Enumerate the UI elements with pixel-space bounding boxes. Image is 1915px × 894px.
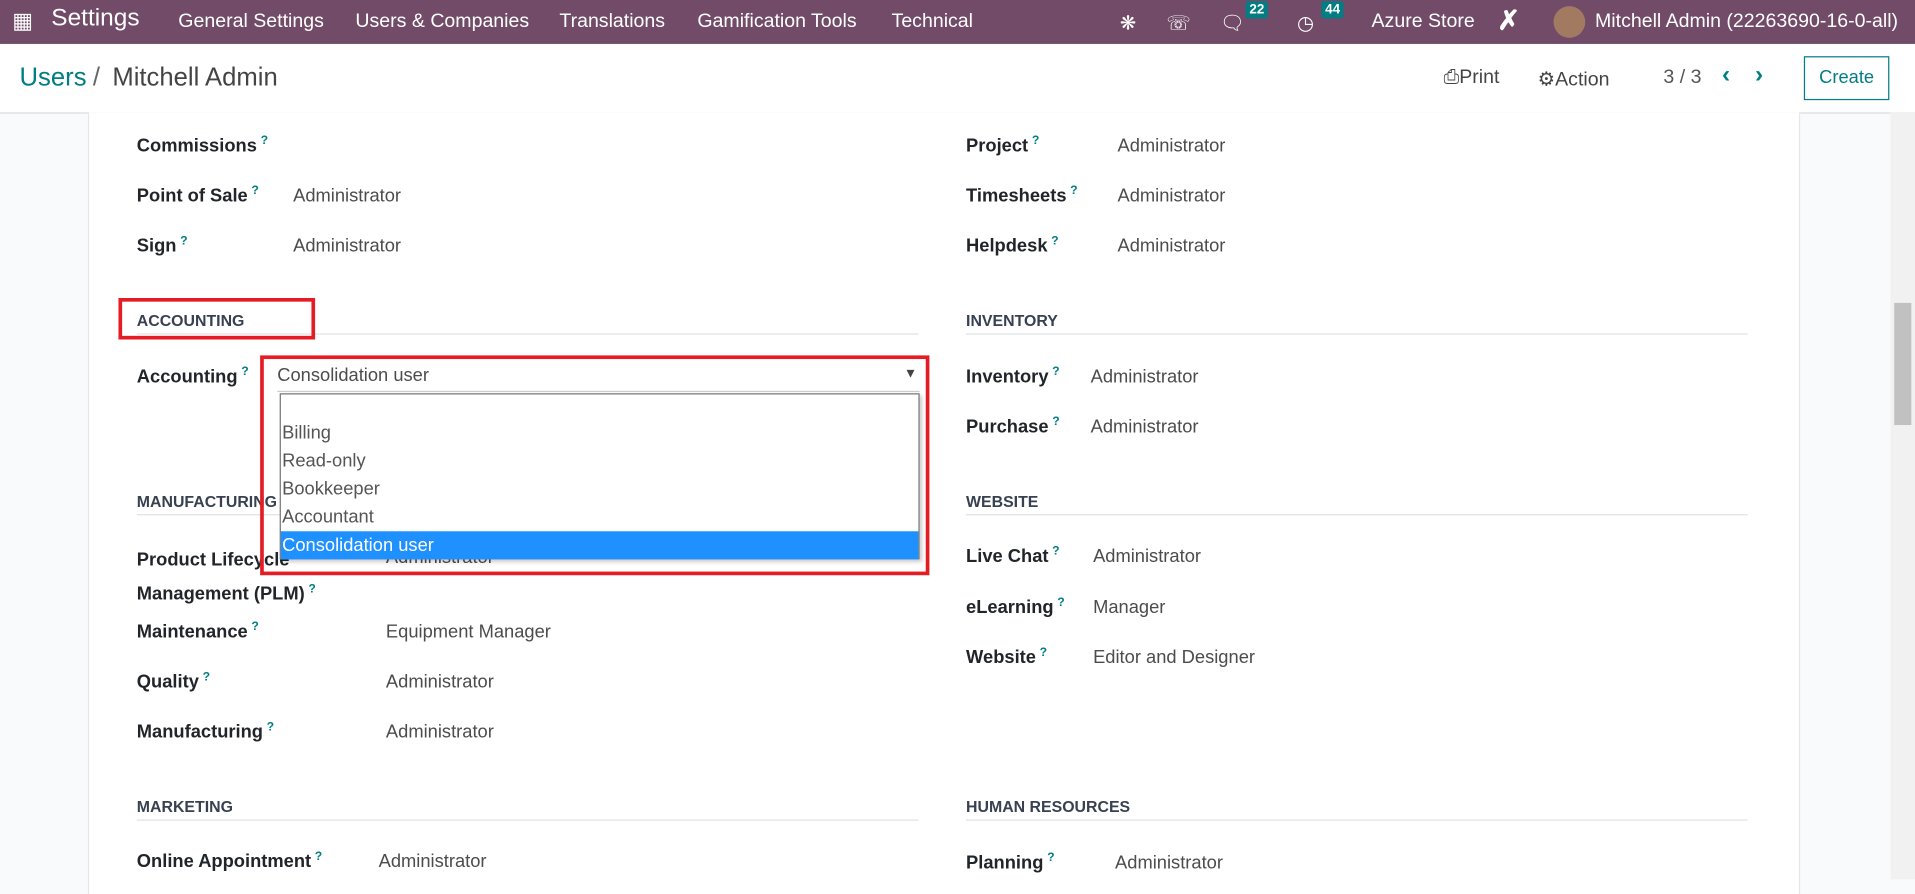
value-inventory[interactable]: Administrator — [1091, 366, 1199, 387]
menu-general-settings[interactable]: General Settings — [178, 11, 324, 33]
scrollbar[interactable] — [1890, 112, 1915, 880]
value-timesheets[interactable]: Administrator — [1117, 186, 1225, 207]
app-name[interactable]: Settings — [51, 5, 139, 33]
pager-previous-icon[interactable]: ‹ — [1722, 61, 1730, 89]
section-manufacturing: MANUFACTURING — [136, 492, 278, 511]
print-icon: ⎙ — [1443, 67, 1460, 88]
apps-menu-icon[interactable]: ▦ — [12, 9, 33, 35]
avatar[interactable] — [1553, 6, 1586, 38]
menu-translations[interactable]: Translations — [559, 11, 665, 33]
section-website: WEBSITE — [966, 492, 1039, 511]
label-accounting: Accounting? — [136, 365, 249, 388]
pager-next-icon[interactable]: › — [1755, 61, 1763, 89]
value-online-appointment[interactable]: Administrator — [379, 851, 487, 872]
label-quality: Quality? — [136, 670, 211, 693]
label-planning: Planning? — [966, 851, 1055, 874]
label-helpdesk: Helpdesk? — [966, 234, 1059, 257]
section-inventory: INVENTORY — [966, 311, 1058, 330]
label-commissions: Commissions? — [136, 134, 269, 157]
messages-icon[interactable]: 🗨 — [1220, 11, 1245, 35]
messages-count: 22 — [1245, 1, 1269, 19]
value-quality[interactable]: Administrator — [386, 672, 494, 693]
value-elearning[interactable]: Manager — [1093, 597, 1165, 618]
menu-users-companies[interactable]: Users & Companies — [355, 11, 529, 33]
breadcrumb-current: Mitchell Admin — [112, 63, 278, 92]
label-point-of-sale: Point of Sale? — [136, 184, 259, 207]
value-live-chat[interactable]: Administrator — [1093, 546, 1201, 567]
phone-icon[interactable]: ☏ — [1166, 11, 1190, 35]
highlight-accounting-header — [118, 297, 316, 340]
label-sign: Sign? — [136, 234, 188, 257]
activities-count: 44 — [1321, 1, 1344, 19]
highlight-accounting-dropdown — [260, 355, 930, 576]
section-marketing: MARKETING — [136, 797, 233, 816]
control-panel: Users / Mitchell Admin ⎙Print ⚙Action 3 … — [0, 43, 1915, 114]
bug-icon[interactable]: ❋ — [1120, 11, 1136, 35]
menu-gamification-tools[interactable]: Gamification Tools — [697, 11, 856, 33]
breadcrumb-separator: / — [92, 63, 100, 92]
tools-icon[interactable]: ✗ — [1497, 5, 1520, 37]
value-helpdesk[interactable]: Administrator — [1117, 236, 1225, 257]
value-maintenance[interactable]: Equipment Manager — [386, 622, 551, 643]
label-website: Website? — [966, 646, 1048, 669]
label-inventory: Inventory? — [966, 365, 1060, 388]
value-sign[interactable]: Administrator — [293, 236, 401, 257]
user-menu[interactable]: Mitchell Admin (22263690-16-0-all) — [1595, 11, 1898, 33]
label-project: Project? — [966, 134, 1040, 157]
label-maintenance: Maintenance? — [136, 620, 259, 643]
value-website[interactable]: Editor and Designer — [1093, 647, 1255, 668]
create-button[interactable]: Create — [1803, 56, 1890, 101]
label-live-chat: Live Chat? — [966, 544, 1060, 567]
label-elearning: eLearning? — [966, 595, 1065, 618]
value-point-of-sale[interactable]: Administrator — [293, 186, 401, 207]
gear-icon: ⚙ — [1537, 69, 1556, 91]
value-purchase[interactable]: Administrator — [1091, 416, 1199, 437]
label-online-appointment: Online Appointment? — [136, 850, 323, 873]
label-timesheets: Timesheets? — [966, 184, 1078, 207]
pager-value: 3 / 3 — [1663, 67, 1702, 88]
breadcrumb-users[interactable]: Users — [20, 64, 87, 93]
section-human-resources: HUMAN RESOURCES — [966, 797, 1131, 816]
value-project[interactable]: Administrator — [1117, 136, 1225, 157]
value-manufacturing[interactable]: Administrator — [386, 722, 494, 743]
activities-icon[interactable]: ◷ — [1297, 11, 1314, 35]
label-manufacturing: Manufacturing? — [136, 720, 275, 743]
label-purchase: Purchase? — [966, 415, 1060, 438]
top-navbar: ▦ Settings General Settings Users & Comp… — [0, 0, 1915, 44]
value-planning[interactable]: Administrator — [1115, 852, 1223, 873]
print-button[interactable]: ⎙Print — [1444, 67, 1500, 89]
action-button[interactable]: ⚙Action — [1538, 67, 1610, 91]
menu-technical[interactable]: Technical — [892, 11, 973, 33]
company-switcher[interactable]: Azure Store — [1372, 11, 1475, 33]
